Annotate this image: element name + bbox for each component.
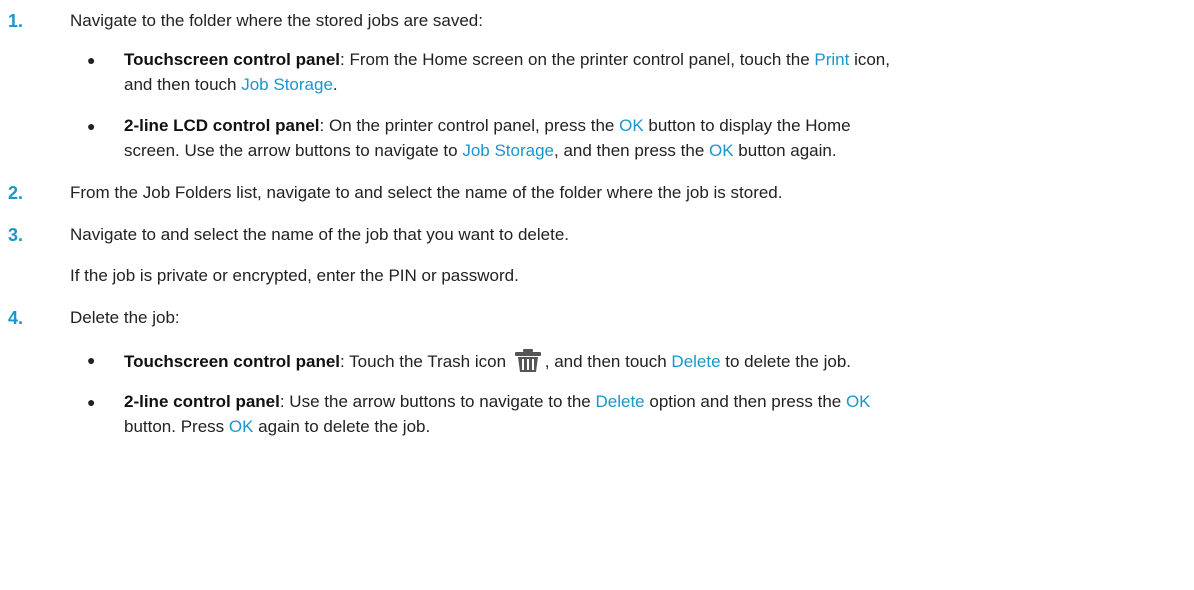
bullet-text: 2-line control panel: Use the arrow butt… (124, 389, 871, 415)
trash-icon (513, 347, 543, 381)
bullet-dot: ● (87, 52, 96, 68)
step-note: If the job is private or encrypted, ente… (70, 266, 519, 285)
job-storage-link: Job Storage (241, 75, 333, 94)
text-run: button. Press (124, 417, 229, 436)
text-run: to delete the job. (720, 352, 851, 371)
delete-link: Delete (595, 392, 645, 411)
text-run: : On the printer control panel, press th… (319, 116, 620, 135)
bullet-label: Touchscreen control panel (124, 352, 341, 371)
bullet-text: screen. Use the arrow buttons to navigat… (124, 138, 837, 164)
bullet-text: Touchscreen control panel: From the Home… (124, 47, 890, 73)
ok-link: OK (619, 116, 644, 135)
step-number: 2. (8, 183, 24, 203)
ok-link: OK (845, 392, 871, 411)
document-page: 1. Navigate to the folder where the stor… (0, 0, 1194, 590)
step-number: 3. (8, 225, 24, 245)
step-number: 1. (8, 11, 24, 31)
text-run: and then touch (124, 75, 242, 94)
bullet-dot: ● (87, 394, 96, 410)
job-storage-link: Job Storage (462, 141, 554, 160)
text-run: : Use the arrow buttons to navigate to t… (279, 392, 596, 411)
text-run: . (332, 75, 338, 94)
text-run: , and then press the (554, 141, 709, 160)
bullet-label: 2-line LCD control panel (124, 116, 320, 135)
bullet-text: and then touch Job Storage. (124, 72, 338, 98)
bullet-label: Touchscreen control panel (124, 50, 341, 69)
bullet-text: button. Press OK again to delete the job… (124, 414, 430, 440)
text-run: again to delete the job. (253, 417, 431, 436)
step-number: 4. (8, 308, 24, 328)
text-run: : Touch the Trash icon (340, 352, 507, 371)
bullet-label: 2-line control panel (124, 392, 280, 411)
bullet-dot: ● (87, 118, 96, 134)
step-text: Delete the job: (70, 308, 180, 327)
bullet-text: Touchscreen control panel: Touch the Tra… (124, 347, 851, 381)
text-run: button again. (733, 141, 837, 160)
text-run: screen. Use the arrow buttons to navigat… (124, 141, 463, 160)
step-text: Navigate to and select the name of the j… (70, 225, 569, 244)
print-link: Print (814, 50, 850, 69)
ok-link: OK (709, 141, 734, 160)
text-run: : From the Home screen on the printer co… (340, 50, 815, 69)
text-run: , and then touch (544, 352, 672, 371)
delete-link: Delete (671, 352, 721, 371)
bullet-text: 2-line LCD control panel: On the printer… (124, 113, 851, 139)
text-run: button to display the Home (643, 116, 851, 135)
step-text: From the Job Folders list, navigate to a… (70, 183, 783, 202)
text-run: icon, (849, 50, 890, 69)
step-text: Navigate to the folder where the stored … (70, 11, 483, 30)
bullet-dot: ● (87, 352, 96, 368)
ok-link: OK (228, 417, 254, 436)
text-run: option and then press the (644, 392, 846, 411)
